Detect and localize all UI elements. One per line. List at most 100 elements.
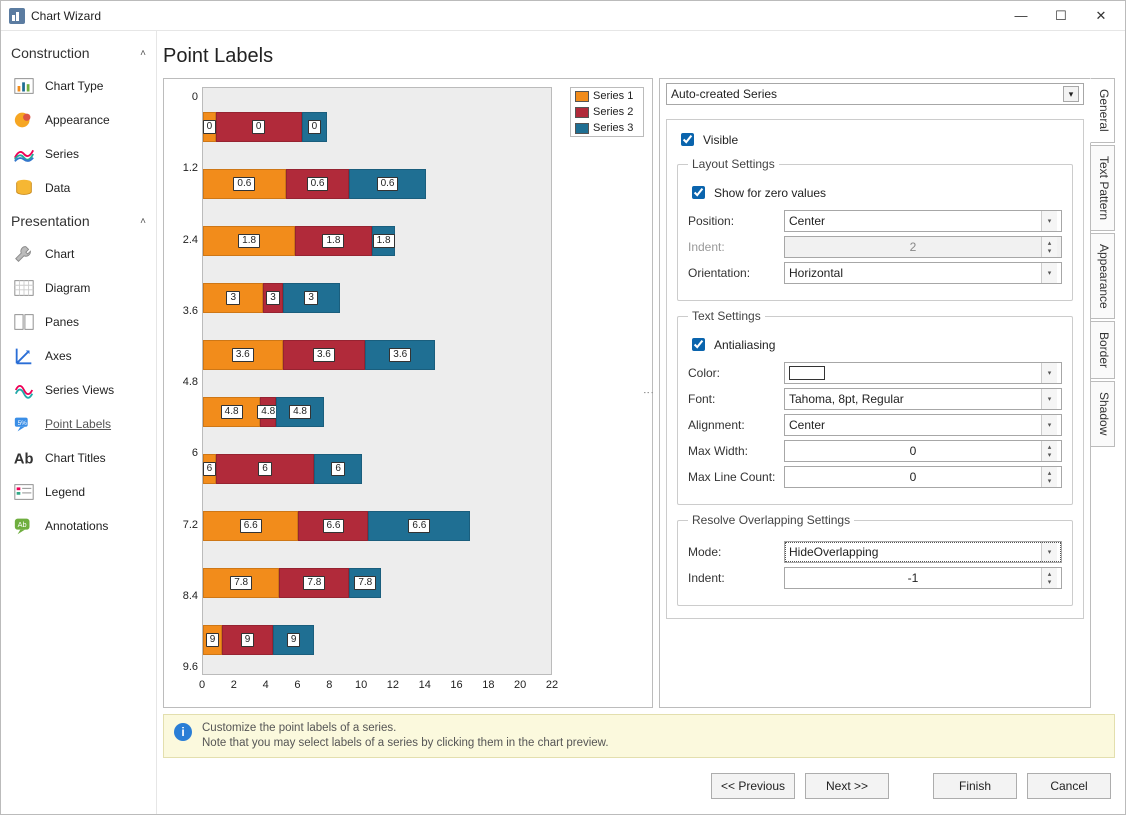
bar-segment[interactable]: 0 bbox=[216, 112, 302, 142]
data-label[interactable]: 7.8 bbox=[230, 576, 252, 590]
bar-segment[interactable]: 1.8 bbox=[203, 226, 295, 256]
tab-border[interactable]: Border bbox=[1091, 321, 1115, 379]
bar-row[interactable]: 3.6 3.6 3.6 bbox=[203, 340, 435, 370]
bar-row[interactable]: 999 bbox=[203, 625, 314, 655]
legend-item-1[interactable]: Series 1 bbox=[571, 88, 643, 104]
bar-segment[interactable]: 3 bbox=[263, 283, 282, 313]
tab-appearance[interactable]: Appearance bbox=[1091, 233, 1115, 320]
data-label[interactable]: 4.8 bbox=[289, 405, 311, 419]
data-label[interactable]: 6 bbox=[331, 462, 345, 476]
bar-row[interactable]: 7.8 7.8 7.8 bbox=[203, 568, 381, 598]
bar-segment[interactable]: 6 bbox=[314, 454, 362, 484]
position-select[interactable]: Center▾ bbox=[784, 210, 1062, 232]
bar-segment[interactable]: 6.6 bbox=[203, 511, 298, 541]
maximize-button[interactable]: ☐ bbox=[1041, 2, 1081, 30]
sidebar-section-construction[interactable]: Construction ˄ bbox=[1, 37, 156, 69]
legend-item-3[interactable]: Series 3 bbox=[571, 120, 643, 136]
sidebar-item-axes[interactable]: Axes bbox=[1, 339, 156, 373]
sidebar-item-panes[interactable]: Panes bbox=[1, 305, 156, 339]
mode-select[interactable]: HideOverlapping▾ bbox=[784, 541, 1062, 563]
data-label[interactable]: 0 bbox=[252, 120, 266, 134]
legend-item-2[interactable]: Series 2 bbox=[571, 104, 643, 120]
data-label[interactable]: 7.8 bbox=[303, 576, 325, 590]
bar-segment[interactable]: 9 bbox=[222, 625, 273, 655]
bar-segment[interactable]: 6.6 bbox=[298, 511, 368, 541]
sidebar-item-series-views[interactable]: Series Views bbox=[1, 373, 156, 407]
sidebar-item-annotations[interactable]: Ab Annotations bbox=[1, 509, 156, 543]
bar-segment[interactable]: 9 bbox=[273, 625, 314, 655]
visible-checkbox[interactable]: Visible bbox=[677, 130, 1073, 149]
bar-segment[interactable]: 1.8 bbox=[295, 226, 371, 256]
antialiasing-checkbox[interactable]: Antialiasing bbox=[688, 335, 1062, 354]
bar-segment[interactable]: 4.8 bbox=[260, 397, 276, 427]
sidebar-item-data[interactable]: Data bbox=[1, 171, 156, 205]
tab-general[interactable]: General bbox=[1090, 78, 1115, 143]
chart-preview[interactable]: 01.22.43.64.867.28.49.6 0000.60.60.61.81… bbox=[163, 78, 653, 708]
data-label[interactable]: 0.6 bbox=[377, 177, 399, 191]
bar-segment[interactable]: 0.6 bbox=[203, 169, 286, 199]
bar-segment[interactable]: 6.6 bbox=[368, 511, 470, 541]
bar-segment[interactable]: 0.6 bbox=[286, 169, 350, 199]
bar-segment[interactable]: 3.6 bbox=[203, 340, 283, 370]
previous-button[interactable]: << Previous bbox=[711, 773, 795, 799]
bar-segment[interactable]: 6 bbox=[203, 454, 216, 484]
bar-segment[interactable]: 9 bbox=[203, 625, 222, 655]
antialiasing-checkbox-input[interactable] bbox=[692, 338, 705, 351]
splitter-handle-icon[interactable]: ⋮ bbox=[642, 387, 655, 399]
sidebar-item-diagram[interactable]: Diagram bbox=[1, 271, 156, 305]
close-button[interactable]: ✕ bbox=[1081, 2, 1121, 30]
minimize-button[interactable]: — bbox=[1001, 2, 1041, 30]
sidebar-item-appearance[interactable]: Appearance bbox=[1, 103, 156, 137]
bar-segment[interactable]: 0 bbox=[302, 112, 327, 142]
data-label[interactable]: 3.6 bbox=[389, 348, 411, 362]
data-label[interactable]: 4.8 bbox=[221, 405, 243, 419]
next-button[interactable]: Next >> bbox=[805, 773, 889, 799]
bar-segment[interactable]: 0 bbox=[203, 112, 216, 142]
cancel-button[interactable]: Cancel bbox=[1027, 773, 1111, 799]
bar-segment[interactable]: 3.6 bbox=[365, 340, 435, 370]
data-label[interactable]: 6.6 bbox=[240, 519, 262, 533]
overlap-indent-input[interactable]: -1▴▾ bbox=[784, 567, 1062, 589]
data-label[interactable]: 3.6 bbox=[313, 348, 335, 362]
color-picker[interactable]: ▾ bbox=[784, 362, 1062, 384]
data-label[interactable]: 0.6 bbox=[233, 177, 255, 191]
plot-area[interactable]: 0000.60.60.61.81.81.83333.63.63.64.84.84… bbox=[202, 87, 552, 675]
data-label[interactable]: 0 bbox=[203, 120, 217, 134]
bar-segment[interactable]: 4.8 bbox=[203, 397, 260, 427]
alignment-select[interactable]: Center▾ bbox=[784, 414, 1062, 436]
bar-row[interactable]: 6.6 6.6 6.6 bbox=[203, 511, 470, 541]
sidebar-item-series[interactable]: Series bbox=[1, 137, 156, 171]
data-label[interactable]: 9 bbox=[206, 633, 220, 647]
bar-segment[interactable]: 7.8 bbox=[203, 568, 279, 598]
bar-segment[interactable]: 0.6 bbox=[349, 169, 425, 199]
bar-row[interactable]: 4.8 4.8 4.8 bbox=[203, 397, 324, 427]
zero-values-checkbox[interactable]: Show for zero values bbox=[688, 183, 1062, 202]
data-label[interactable]: 0 bbox=[308, 120, 322, 134]
data-label[interactable]: 1.8 bbox=[373, 234, 395, 248]
sidebar-section-presentation[interactable]: Presentation ˄ bbox=[1, 205, 156, 237]
tab-text-pattern[interactable]: Text Pattern bbox=[1091, 145, 1115, 231]
spinner-icon[interactable]: ▴▾ bbox=[1041, 441, 1057, 461]
data-label[interactable]: 1.8 bbox=[238, 234, 260, 248]
data-label[interactable]: 3 bbox=[226, 291, 240, 305]
bar-row[interactable]: 6 6 6 bbox=[203, 454, 362, 484]
orientation-select[interactable]: Horizontal▾ bbox=[784, 262, 1062, 284]
bar-segment[interactable]: 7.8 bbox=[279, 568, 349, 598]
legend[interactable]: Series 1 Series 2 Series 3 bbox=[570, 87, 644, 137]
bar-row[interactable]: 333 bbox=[203, 283, 340, 313]
data-label[interactable]: 6 bbox=[258, 462, 272, 476]
data-label[interactable]: 7.8 bbox=[354, 576, 376, 590]
sidebar-item-chart-titles[interactable]: Ab Chart Titles bbox=[1, 441, 156, 475]
bar-segment[interactable]: 1.8 bbox=[372, 226, 396, 256]
sidebar-item-chart-type[interactable]: Chart Type bbox=[1, 69, 156, 103]
zero-values-checkbox-input[interactable] bbox=[692, 186, 705, 199]
data-label[interactable]: 6.6 bbox=[323, 519, 345, 533]
bar-row[interactable]: 0 0 0 bbox=[203, 112, 327, 142]
data-label[interactable]: 6.6 bbox=[408, 519, 430, 533]
visible-checkbox-input[interactable] bbox=[681, 133, 694, 146]
bar-segment[interactable]: 6 bbox=[216, 454, 315, 484]
data-label[interactable]: 6 bbox=[203, 462, 217, 476]
data-label[interactable]: 1.8 bbox=[322, 234, 344, 248]
data-label[interactable]: 9 bbox=[287, 633, 301, 647]
sidebar-item-legend[interactable]: Legend bbox=[1, 475, 156, 509]
